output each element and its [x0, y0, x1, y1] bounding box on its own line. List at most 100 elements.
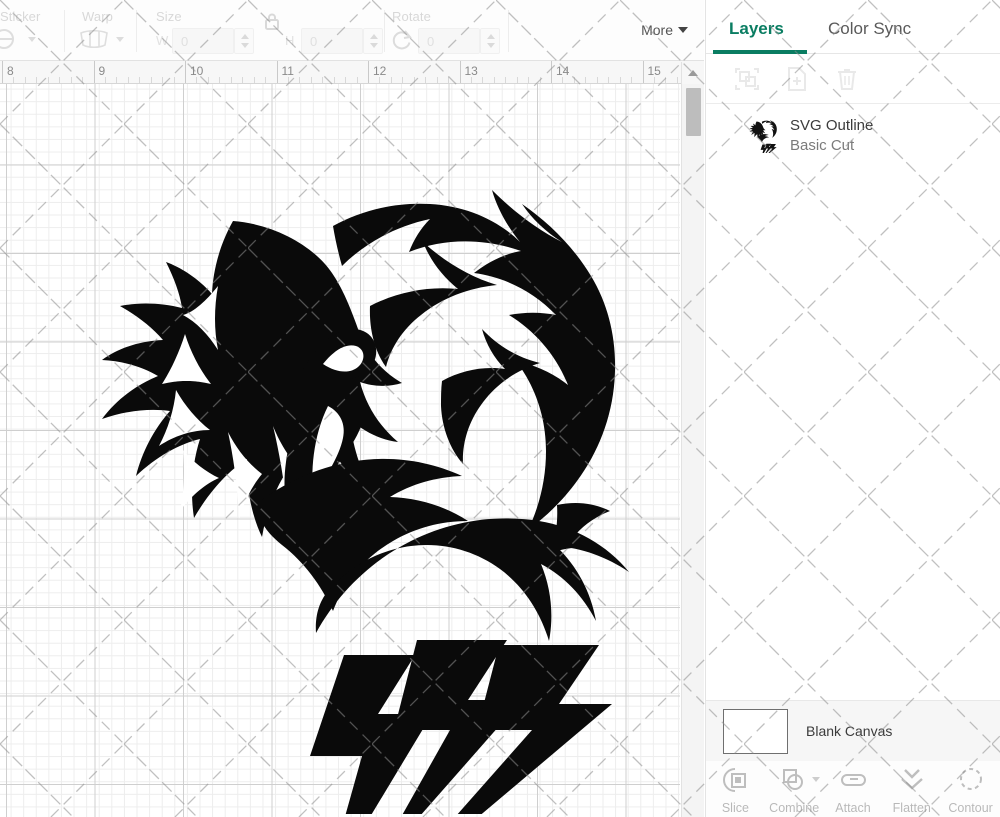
lock-icon[interactable]	[263, 12, 281, 37]
layer-action-bar	[706, 54, 1000, 104]
ruler-number: 14	[556, 64, 569, 78]
warp-chevron-down-icon[interactable]	[116, 37, 124, 42]
layer-list[interactable]: SVG Outline Basic Cut	[706, 105, 1000, 700]
contour-icon	[957, 767, 985, 793]
canvas-artwork-eagle-lightning[interactable]	[70, 174, 640, 814]
ruler-minor-tick	[105, 77, 106, 83]
attach-label: Attach	[824, 801, 883, 815]
ruler-minor-tick	[357, 77, 358, 83]
width-stepper-down-icon[interactable]	[241, 43, 249, 48]
height-stepper[interactable]	[363, 28, 383, 54]
ruler-minor-tick	[471, 77, 472, 83]
ruler-number: 8	[7, 64, 14, 78]
rotate-stepper-up-icon[interactable]	[487, 34, 495, 39]
combine-label: Combine	[765, 801, 824, 815]
ruler-minor-tick	[482, 77, 483, 83]
ruler-minor-tick	[334, 77, 335, 83]
ruler-minor-tick	[620, 77, 621, 83]
more-chevron-down-icon	[678, 27, 688, 33]
ruler-minor-tick	[265, 77, 266, 83]
blank-canvas-row[interactable]: Blank Canvas	[706, 700, 1000, 761]
horizontal-ruler: 89101112131415	[0, 61, 704, 84]
size-tool-group: Size W H	[146, 0, 366, 60]
contour-label: Contour	[941, 801, 1000, 815]
width-input[interactable]	[172, 28, 234, 54]
sticker-chevron-down-icon[interactable]	[28, 37, 36, 42]
ruler-minor-tick	[562, 77, 563, 83]
group-icon[interactable]	[732, 64, 762, 99]
ruler-minor-tick	[139, 77, 140, 83]
ruler-minor-tick	[677, 77, 678, 83]
ruler-minor-tick	[402, 77, 403, 83]
contour-button[interactable]: Contour	[941, 761, 1000, 815]
ruler-minor-tick	[425, 77, 426, 83]
ruler-number: 10	[190, 64, 203, 78]
flatten-button[interactable]: Flatten	[882, 761, 941, 815]
ruler-minor-tick	[574, 77, 575, 83]
ruler-major-tick	[368, 61, 369, 84]
height-stepper-down-icon[interactable]	[370, 43, 378, 48]
eagle-lightning-svg[interactable]	[70, 174, 640, 814]
tab-color-sync[interactable]: Color Sync	[828, 19, 911, 39]
warp-label: Warp	[82, 9, 113, 24]
ruler-minor-tick	[494, 77, 495, 83]
ruler-minor-tick	[196, 77, 197, 83]
width-letter: W	[156, 33, 168, 48]
height-letter: H	[285, 33, 294, 48]
scrollbar-up-button[interactable]	[682, 62, 704, 84]
bottom-action-bar: Slice Combine Attach	[706, 761, 1000, 817]
warp-icon[interactable]	[78, 29, 110, 54]
ruler-minor-tick	[585, 77, 586, 83]
toolbar-divider-4	[508, 10, 509, 52]
rotate-label: Rotate	[392, 9, 431, 24]
ruler-minor-tick	[631, 77, 632, 83]
ruler-major-tick	[185, 61, 186, 84]
delete-icon[interactable]	[832, 64, 862, 99]
list-item[interactable]: SVG Outline Basic Cut	[706, 105, 1000, 166]
flatten-label: Flatten	[882, 801, 941, 815]
ruler-number: 11	[282, 64, 294, 78]
sticker-label: Sticker	[0, 9, 40, 24]
width-stepper-up-icon[interactable]	[241, 34, 249, 39]
duplicate-icon[interactable]	[782, 64, 812, 99]
rotate-stepper-down-icon[interactable]	[487, 43, 495, 48]
rotate-stepper[interactable]	[480, 28, 500, 54]
ruler-minor-tick	[254, 77, 255, 83]
slice-button[interactable]: Slice	[706, 761, 765, 815]
right-panel: Layers Color Sync	[705, 0, 1000, 817]
slice-label: Slice	[706, 801, 765, 815]
attach-button[interactable]: Attach	[824, 761, 883, 815]
ruler-number: 15	[648, 64, 661, 78]
ruler-minor-tick	[151, 77, 152, 83]
scrollbar-thumb[interactable]	[686, 88, 701, 136]
blank-canvas-label: Blank Canvas	[806, 723, 892, 739]
rotate-icon[interactable]	[389, 28, 415, 57]
ruler-minor-tick	[25, 77, 26, 83]
ruler-major-tick	[94, 61, 95, 84]
more-button[interactable]: More	[641, 22, 688, 38]
rotate-input[interactable]	[418, 28, 480, 54]
eagle-lightning-thumb-icon	[746, 119, 780, 153]
ruler-minor-tick	[59, 77, 60, 83]
panel-tabs: Layers Color Sync	[706, 0, 1000, 54]
design-canvas[interactable]	[0, 84, 680, 817]
chevron-up-icon	[688, 70, 698, 76]
ruler-minor-tick	[174, 77, 175, 83]
warp-tool-group[interactable]: Warp	[72, 0, 152, 60]
ruler-minor-tick	[13, 77, 14, 83]
ruler-minor-tick	[71, 77, 72, 83]
toolbar-divider-3	[384, 10, 385, 52]
combine-button[interactable]: Combine	[765, 761, 824, 815]
sticker-icon[interactable]	[0, 28, 22, 55]
height-stepper-up-icon[interactable]	[370, 34, 378, 39]
ruler-major-tick	[277, 61, 278, 84]
combine-chevron-down-icon[interactable]	[812, 777, 820, 782]
tab-layers[interactable]: Layers	[729, 19, 784, 39]
ruler-minor-tick	[437, 77, 438, 83]
ruler-minor-tick	[528, 77, 529, 83]
canvas-vertical-scrollbar[interactable]	[681, 62, 704, 817]
width-stepper[interactable]	[234, 28, 254, 54]
layer-title: SVG Outline	[790, 117, 873, 134]
ruler-minor-tick	[299, 77, 300, 83]
height-input[interactable]	[301, 28, 363, 54]
